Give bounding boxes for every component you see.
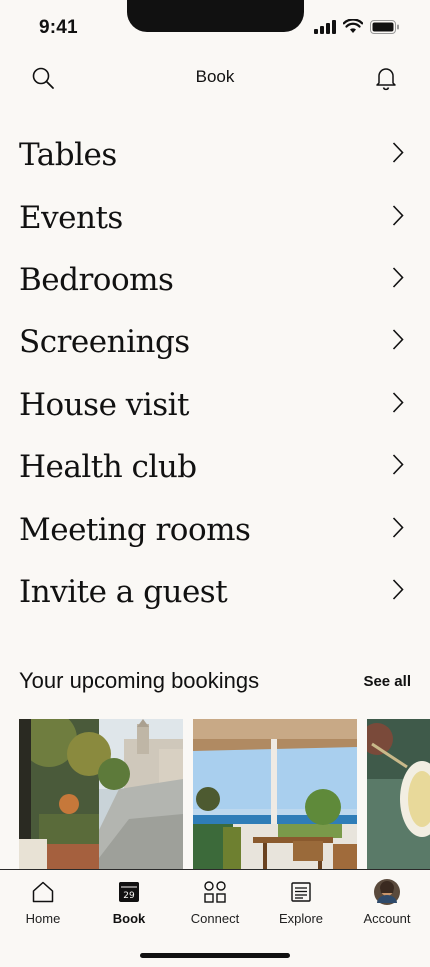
menu-item-bedrooms[interactable]: Bedrooms [0, 249, 430, 311]
booking-category-list: Tables Events Bedrooms Screenings House … [0, 124, 430, 623]
tab-connect[interactable]: Connect [172, 879, 258, 926]
page-title: Book [195, 67, 235, 86]
chevron-right-icon [392, 142, 404, 169]
menu-item-label: House visit [19, 386, 189, 423]
chevron-right-icon [392, 578, 404, 605]
avatar [344, 879, 430, 905]
menu-item-invite-guest[interactable]: Invite a guest [0, 561, 430, 623]
booking-card-image[interactable] [19, 719, 183, 871]
wifi-icon [342, 18, 364, 39]
tab-label: Connect [190, 911, 240, 926]
menu-item-meeting-rooms[interactable]: Meeting rooms [0, 498, 430, 560]
menu-item-label: Invite a guest [19, 573, 228, 610]
calendar-icon: 29 [86, 879, 172, 905]
menu-item-label: Events [19, 199, 123, 236]
menu-item-house-visit[interactable]: House visit [0, 374, 430, 436]
chevron-right-icon [392, 391, 404, 418]
home-indicator [140, 953, 290, 958]
home-icon [0, 879, 86, 905]
chevron-right-icon [392, 329, 404, 356]
menu-item-tables[interactable]: Tables [0, 124, 430, 186]
chevron-right-icon [392, 204, 404, 231]
status-time: 9:41 [39, 17, 78, 38]
calendar-day-number: 29 [123, 891, 135, 901]
booking-cards-carousel[interactable] [19, 719, 430, 871]
booking-card-image[interactable] [193, 719, 357, 871]
tab-label: Home [25, 911, 61, 926]
see-all-link[interactable]: See all [363, 673, 411, 690]
menu-item-label: Tables [19, 137, 117, 174]
tab-explore[interactable]: Explore [258, 879, 344, 926]
menu-item-screenings[interactable]: Screenings [0, 311, 430, 373]
chevron-right-icon [392, 454, 404, 481]
menu-item-events[interactable]: Events [0, 186, 430, 248]
section-title: Your upcoming bookings [19, 668, 260, 693]
menu-item-label: Bedrooms [19, 261, 174, 298]
tab-label: Account [363, 911, 411, 926]
tab-home[interactable]: Home [0, 879, 86, 926]
bell-icon[interactable] [373, 65, 399, 91]
device-notch [127, 0, 304, 32]
menu-item-label: Screenings [19, 324, 190, 361]
upcoming-bookings-header: Your upcoming bookings See all [19, 668, 411, 698]
status-bar: 9:41 [0, 0, 430, 50]
battery-icon [370, 19, 400, 39]
menu-item-label: Meeting rooms [19, 511, 251, 548]
cellular-signal-icon [314, 19, 336, 39]
chevron-right-icon [392, 516, 404, 543]
tab-account[interactable]: Account [344, 879, 430, 926]
tab-label: Book [112, 911, 146, 926]
booking-card-image[interactable] [367, 719, 430, 871]
newspaper-icon [258, 879, 344, 905]
top-header: Book [0, 56, 430, 100]
tab-label: Explore [278, 911, 324, 926]
menu-item-label: Health club [19, 449, 197, 486]
chevron-right-icon [392, 266, 404, 293]
grid-icon [172, 879, 258, 905]
status-icons [314, 18, 400, 39]
menu-item-health-club[interactable]: Health club [0, 436, 430, 498]
tab-book[interactable]: 29 Book [86, 879, 172, 926]
